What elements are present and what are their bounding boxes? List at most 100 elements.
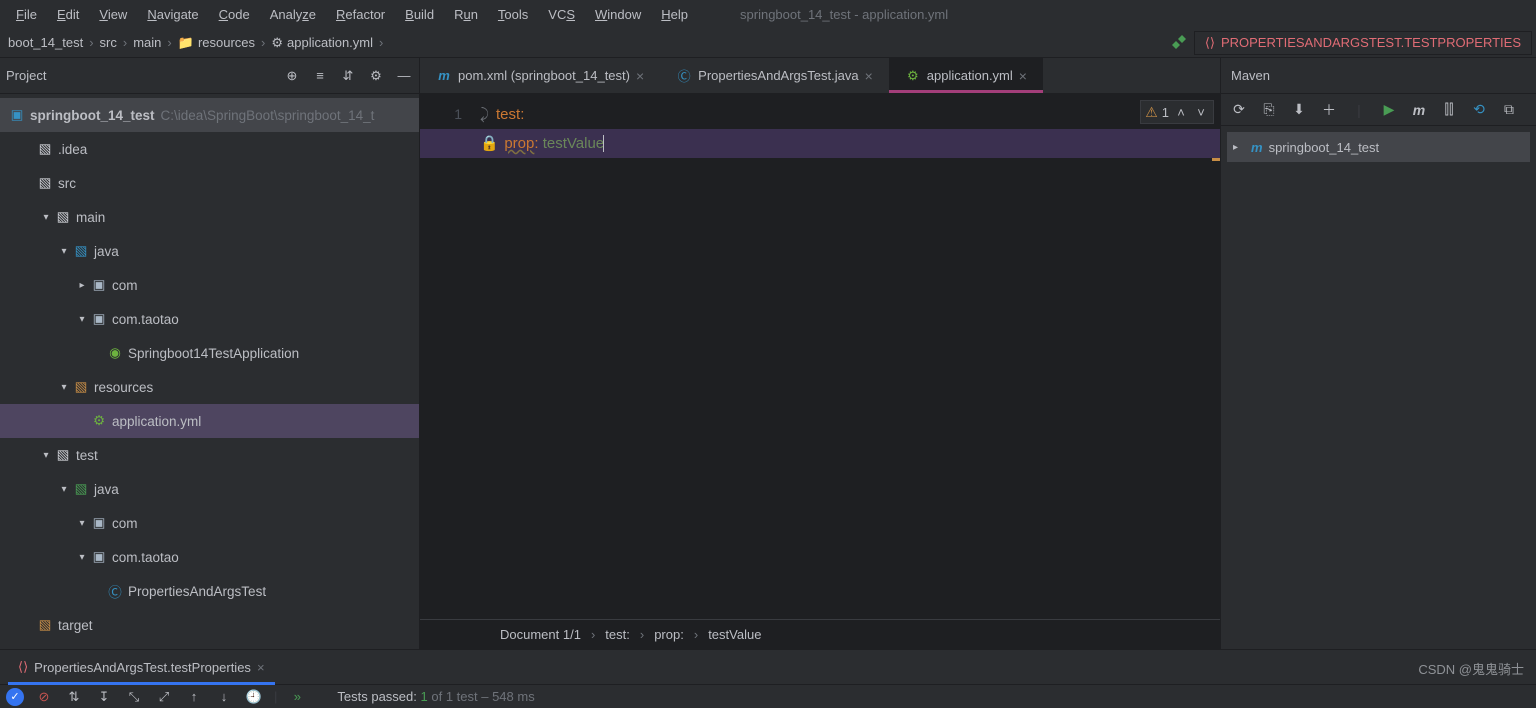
project-tree: ▣ springboot_14_test C:\idea\SpringBoot\…	[0, 94, 419, 649]
settings-icon[interactable]: ⚙	[367, 68, 385, 84]
project-sidebar: Project ⊕ ≡ ⇵ ⚙ — ▣ springboot_14_test C…	[0, 58, 420, 649]
scrollbar-marker	[1212, 158, 1220, 161]
tree-comtaotao-package[interactable]: ▾ ▣ com.taotao	[0, 302, 419, 336]
crumb-file[interactable]: ⚙application.yml	[271, 35, 373, 51]
run-tab-test[interactable]: ⟨⟩ PropertiesAndArgsTest.testProperties …	[8, 655, 275, 679]
tab-properties-test[interactable]: Ⓒ PropertiesAndArgsTest.java ×	[660, 58, 889, 93]
tree-resources-folder[interactable]: ▾ ▧ resources	[0, 370, 419, 404]
download-icon[interactable]: ⬇	[1289, 101, 1309, 118]
history-icon[interactable]: 🕘	[244, 687, 264, 707]
test-pending-icon: ⟨⟩	[18, 659, 28, 675]
close-icon[interactable]: ×	[636, 68, 644, 84]
ed-crumb[interactable]: test:	[605, 627, 630, 642]
tree-target-folder[interactable]: ▧ target	[0, 608, 419, 642]
crumb-resources[interactable]: 📁resources	[178, 35, 255, 51]
test-pass-icon[interactable]: ✓	[6, 688, 24, 706]
build-icon[interactable]	[1168, 33, 1188, 53]
tree-src-folder[interactable]: ▧ src	[0, 166, 419, 200]
yaml-file-icon: ⚙	[90, 413, 108, 429]
tree-idea-folder[interactable]: ▧ .idea	[0, 132, 419, 166]
chevron-right-icon: ›	[640, 627, 644, 642]
expand-all-icon[interactable]: ⤡	[124, 687, 144, 707]
generate-sources-icon[interactable]: ⎘	[1259, 101, 1279, 118]
expand-icon[interactable]: ≡	[311, 68, 329, 84]
menu-help[interactable]: Help	[653, 5, 696, 24]
menu-navigate[interactable]: Navigate	[139, 5, 206, 24]
tree-project-root[interactable]: ▣ springboot_14_test C:\idea\SpringBoot\…	[0, 98, 419, 132]
close-icon[interactable]: ×	[865, 68, 873, 84]
menu-build[interactable]: Build	[397, 5, 442, 24]
chevron-down-icon: ▾	[74, 518, 90, 529]
locate-icon[interactable]: ⊕	[283, 68, 301, 84]
menu-window[interactable]: Window	[587, 5, 649, 24]
breadcrumb: boot_14_test› src› main› 📁resources› ⚙ap…	[0, 35, 1168, 51]
tree-com-package[interactable]: ▸ ▣ com	[0, 268, 419, 302]
close-icon[interactable]: ×	[1019, 68, 1027, 84]
tree-test-comtaotao-package[interactable]: ▾ ▣ com.taotao	[0, 540, 419, 574]
menu-edit[interactable]: Edit	[49, 5, 87, 24]
tab-application-yml[interactable]: ⚙ application.yml ×	[889, 58, 1043, 93]
test-config-icon: ⟨⟩	[1205, 35, 1215, 51]
maven-title[interactable]: Maven	[1221, 58, 1536, 94]
tree-test-com-package[interactable]: ▾ ▣ com	[0, 506, 419, 540]
folder-icon: ▧	[54, 209, 72, 225]
test-fail-icon[interactable]: ⊘	[34, 687, 54, 707]
rerun-icon[interactable]: »	[287, 687, 307, 707]
run-icon[interactable]: ▶	[1379, 101, 1399, 118]
menu-view[interactable]: View	[91, 5, 135, 24]
reload-icon[interactable]: ⟳	[1229, 101, 1249, 118]
tree-test-java-folder[interactable]: ▾ ▧ java	[0, 472, 419, 506]
test-source-folder-icon: ▧	[72, 481, 90, 497]
crumb-project[interactable]: boot_14_test	[8, 35, 83, 50]
sidebar-title[interactable]: Project	[6, 68, 46, 83]
spring-class-icon: ◉	[106, 345, 124, 361]
code-editor[interactable]: 1 2 ⤸test: 🔒 prop: testValue ⚠ 1 ˄ ˅	[420, 94, 1220, 619]
menu-code[interactable]: Code	[211, 5, 258, 24]
run-config-label: PROPERTIESANDARGSTEST.TESTPROPERTIES	[1221, 35, 1521, 50]
tab-label: pom.xml (springboot_14_test)	[458, 68, 630, 83]
tree-test-folder[interactable]: ▾ ▧ test	[0, 438, 419, 472]
maven-project-row[interactable]: ▸ m springboot_14_test	[1227, 132, 1530, 162]
menu-tools[interactable]: Tools	[490, 5, 536, 24]
gutter-mark-icon: 🔒	[480, 129, 496, 158]
menu-file[interactable]: File	[8, 5, 45, 24]
run-configuration-selector[interactable]: ⟨⟩ PROPERTIESANDARGSTEST.TESTPROPERTIES	[1194, 31, 1532, 55]
ed-crumb[interactable]: testValue	[708, 627, 761, 642]
add-icon[interactable]: ＋	[1319, 100, 1339, 120]
next-icon[interactable]: ↓	[214, 687, 234, 707]
menu-analyze[interactable]: Analyze	[262, 5, 324, 24]
collapse-all-icon[interactable]: ⤢	[154, 687, 174, 707]
chevron-down-icon: ▾	[74, 552, 90, 563]
class-icon: Ⓒ	[106, 581, 124, 601]
tree-app-class[interactable]: ◉ Springboot14TestApplication	[0, 336, 419, 370]
ed-crumb[interactable]: prop:	[654, 627, 684, 642]
crumb-main[interactable]: main	[133, 35, 161, 50]
chevron-right-icon: ›	[89, 35, 93, 50]
close-icon[interactable]: ×	[257, 660, 265, 675]
tree-properties-test-class[interactable]: Ⓒ PropertiesAndArgsTest	[0, 574, 419, 608]
maven-module-icon: m	[1251, 140, 1263, 155]
cycle-icon[interactable]: ⟲	[1469, 101, 1489, 118]
line-number: 1	[420, 100, 462, 129]
collapse-icon[interactable]: ⇵	[339, 68, 357, 84]
tab-label: PropertiesAndArgsTest.java	[698, 68, 858, 83]
sort-icon[interactable]: ⇅	[64, 687, 84, 707]
prev-icon[interactable]: ↑	[184, 687, 204, 707]
chevron-right-icon: ›	[261, 35, 265, 50]
hide-icon[interactable]: —	[395, 68, 413, 84]
tree-java-folder[interactable]: ▾ ▧ java	[0, 234, 419, 268]
tree-main-folder[interactable]: ▾ ▧ main	[0, 200, 419, 234]
menu-vcs[interactable]: VCS	[540, 5, 583, 24]
menu-refactor[interactable]: Refactor	[328, 5, 393, 24]
editor-tabs: m pom.xml (springboot_14_test) × Ⓒ Prope…	[420, 58, 1220, 94]
ed-crumb[interactable]: Document 1/1	[500, 627, 581, 642]
filter-icon[interactable]: ↧	[94, 687, 114, 707]
tab-pom[interactable]: m pom.xml (springboot_14_test) ×	[420, 58, 660, 93]
toggle-offline-icon[interactable]: ⫿⫿	[1439, 101, 1459, 118]
crumb-src[interactable]: src	[100, 35, 117, 50]
tree-application-yml[interactable]: ⚙ application.yml	[0, 404, 419, 438]
collapse-all-icon[interactable]: ⧉	[1499, 101, 1519, 118]
menu-run[interactable]: Run	[446, 5, 486, 24]
maven-m-icon[interactable]: m	[1409, 102, 1429, 118]
code-text[interactable]: ⤸test: 🔒 prop: testValue	[480, 94, 1220, 619]
